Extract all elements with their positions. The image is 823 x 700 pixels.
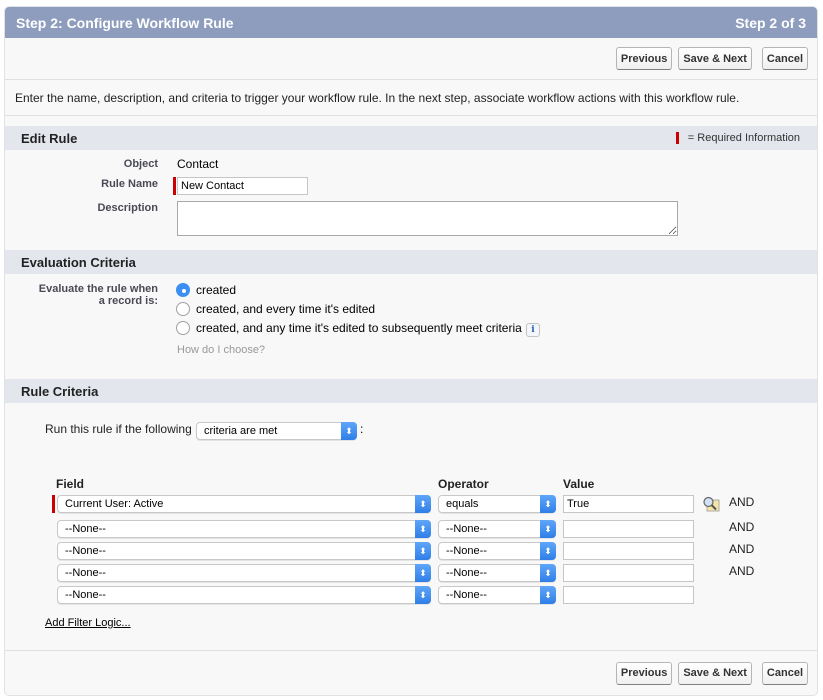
step-indicator: Step 2 of 3 <box>735 14 806 31</box>
column-header-value: Value <box>563 477 595 491</box>
page-title: Step 2: Configure Workflow Rule <box>16 14 234 31</box>
cancel-button[interactable]: Cancel <box>761 47 808 70</box>
select-arrows-icon: ⬍ <box>540 520 556 538</box>
cancel-button[interactable]: Cancel <box>761 661 808 685</box>
required-legend-text: = Required Information <box>687 132 800 144</box>
select-arrows-icon: ⬍ <box>415 586 431 604</box>
select-arrows-icon: ⬍ <box>341 422 357 440</box>
evaluate-label-line2: a record is: <box>98 295 158 307</box>
run-rule-suffix: : <box>360 422 364 436</box>
object-label: Object <box>123 158 158 170</box>
evaluate-label: Evaluate the rule when a record is: <box>8 283 158 307</box>
object-value: Contact <box>177 157 219 171</box>
evaluation-body: Evaluate the rule when a record is: crea… <box>5 274 817 379</box>
radio-created-every-edit-label: created, and every time it's edited <box>196 302 376 316</box>
conjunction-and-4: AND <box>729 564 755 578</box>
info-icon[interactable]: i <box>526 323 540 337</box>
field-value: Current User: Active <box>65 498 164 510</box>
intro-text: Enter the name, description, and criteri… <box>5 80 817 116</box>
add-filter-logic-link[interactable]: Add Filter Logic... <box>45 617 131 629</box>
workflow-wizard-panel: Step 2: Configure Workflow Rule Step 2 o… <box>4 6 818 696</box>
criteria-operator-select-1[interactable]: equals ⬍ <box>438 495 556 513</box>
operator-value: --None-- <box>446 589 487 601</box>
criteria-field-select-3[interactable]: --None-- ⬍ <box>57 542 431 560</box>
column-header-field: Field <box>56 477 85 491</box>
operator-value: --None-- <box>446 567 487 579</box>
radio-created-meet-criteria-label: created, and any time it's edited to sub… <box>196 321 522 335</box>
criteria-operator-select-4[interactable]: --None-- ⬍ <box>438 564 556 582</box>
criteria-value-input-2[interactable] <box>563 520 694 538</box>
radio-created-every-edit[interactable] <box>176 302 190 316</box>
required-indicator <box>173 177 176 195</box>
required-marker-icon <box>675 132 679 144</box>
edit-rule-section-header: Edit Rule = Required Information <box>5 126 817 150</box>
rule-criteria-body: Run this rule if the following criteria … <box>5 403 817 643</box>
criteria-operator-select-5[interactable]: --None-- ⬍ <box>438 586 556 604</box>
criteria-mode-select[interactable]: criteria are met ⬍ <box>196 422 357 440</box>
top-button-bar: Previous Save & Next Cancel <box>5 38 817 80</box>
select-arrows-icon: ⬍ <box>540 586 556 604</box>
select-arrows-icon: ⬍ <box>540 495 556 513</box>
criteria-field-select-1[interactable]: Current User: Active ⬍ <box>57 495 431 513</box>
select-arrows-icon: ⬍ <box>540 564 556 582</box>
criteria-field-select-4[interactable]: --None-- ⬍ <box>57 564 431 582</box>
conjunction-and-3: AND <box>729 542 755 556</box>
criteria-field-select-5[interactable]: --None-- ⬍ <box>57 586 431 604</box>
required-legend: = Required Information <box>675 132 800 144</box>
bottom-button-bar: Previous Save & Next Cancel <box>5 650 817 695</box>
criteria-value-input-3[interactable] <box>563 542 694 560</box>
previous-button[interactable]: Previous <box>615 661 673 685</box>
field-value: --None-- <box>65 523 106 535</box>
criteria-field-select-2[interactable]: --None-- ⬍ <box>57 520 431 538</box>
criteria-value-input-1[interactable] <box>563 495 694 513</box>
criteria-mode-value: criteria are met <box>204 425 278 437</box>
select-arrows-icon: ⬍ <box>415 542 431 560</box>
select-arrows-icon: ⬍ <box>415 564 431 582</box>
section-title: Evaluation Criteria <box>21 254 136 270</box>
section-title: Rule Criteria <box>21 383 99 399</box>
conjunction-and-2: AND <box>729 520 755 534</box>
description-textarea[interactable] <box>177 201 678 236</box>
operator-value: --None-- <box>446 523 487 535</box>
rule-criteria-section-header: Rule Criteria <box>5 379 817 403</box>
field-value: --None-- <box>65 545 106 557</box>
conjunction-and-1: AND <box>729 495 755 509</box>
field-value: --None-- <box>65 589 106 601</box>
rule-name-label: Rule Name <box>101 178 158 190</box>
lookup-icon[interactable] <box>702 496 720 512</box>
evaluate-label-line1: Evaluate the rule when <box>38 283 158 295</box>
how-do-i-choose-link[interactable]: How do I choose? <box>177 344 265 356</box>
criteria-operator-select-3[interactable]: --None-- ⬍ <box>438 542 556 560</box>
field-value: --None-- <box>65 567 106 579</box>
select-arrows-icon: ⬍ <box>540 542 556 560</box>
rule-name-input[interactable] <box>177 177 308 195</box>
criteria-value-input-4[interactable] <box>563 564 694 582</box>
column-header-operator: Operator <box>438 477 489 491</box>
radio-created-label: created <box>196 283 237 297</box>
description-label: Description <box>97 202 158 214</box>
wizard-title-bar: Step 2: Configure Workflow Rule Step 2 o… <box>5 7 817 38</box>
run-rule-label: Run this rule if the following <box>45 422 192 436</box>
save-next-button[interactable]: Save & Next <box>678 47 752 70</box>
select-arrows-icon: ⬍ <box>415 520 431 538</box>
save-next-button[interactable]: Save & Next <box>678 661 752 685</box>
radio-created[interactable] <box>176 283 190 297</box>
edit-rule-body: Object Contact Rule Name Description <box>5 150 817 250</box>
required-indicator <box>52 495 55 513</box>
evaluation-criteria-section-header: Evaluation Criteria <box>5 250 817 274</box>
criteria-value-input-5[interactable] <box>563 586 694 604</box>
criteria-operator-select-2[interactable]: --None-- ⬍ <box>438 520 556 538</box>
radio-created-meet-criteria[interactable] <box>176 321 190 335</box>
select-arrows-icon: ⬍ <box>415 495 431 513</box>
operator-value: --None-- <box>446 545 487 557</box>
operator-value: equals <box>446 498 479 510</box>
previous-button[interactable]: Previous <box>615 47 673 70</box>
section-title: Edit Rule <box>21 130 78 146</box>
